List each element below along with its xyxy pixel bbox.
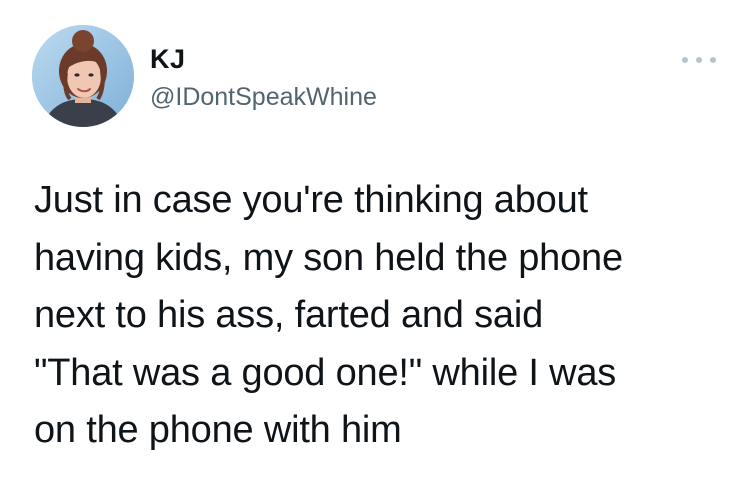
author-handle[interactable]: @IDontSpeakWhine — [150, 82, 377, 112]
more-dot — [682, 57, 688, 63]
tweet-card: KJ @IDontSpeakWhine Just in case you're … — [0, 0, 750, 479]
more-options-icon[interactable] — [682, 52, 716, 68]
tweet-text: Just in case you're thinking about havin… — [34, 179, 623, 451]
author-name[interactable]: KJ — [150, 44, 186, 74]
avatar-photo-icon — [32, 25, 134, 127]
avatar[interactable] — [32, 25, 134, 127]
more-dot — [696, 57, 702, 63]
more-dot — [710, 57, 716, 63]
